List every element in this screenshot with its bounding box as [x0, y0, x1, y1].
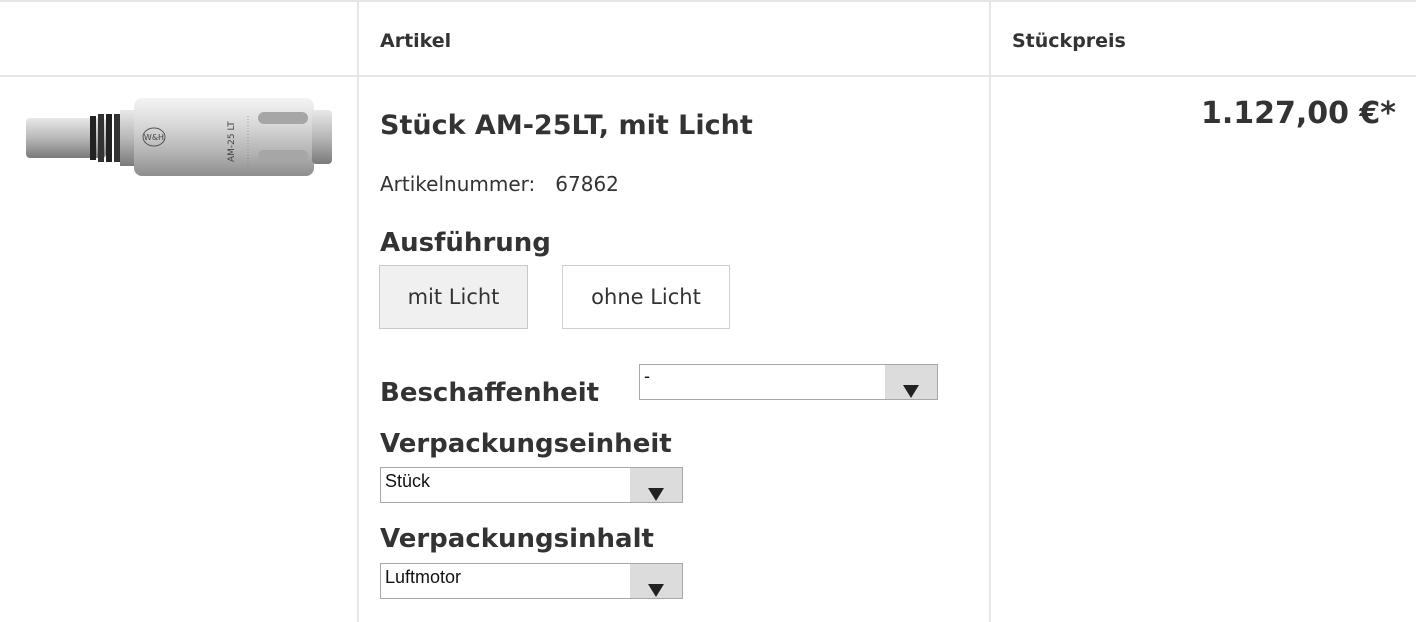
cart-table: Artikel Stückpreis W&H AM-25 LT Stück AM…	[0, 0, 1416, 622]
verpackungseinheit-label: Verpackungseinheit	[380, 429, 672, 459]
header-article: Artikel	[380, 30, 452, 52]
verpackungsinhalt-value: Luftmotor	[385, 567, 462, 587]
product-image[interactable]: W&H AM-25 LT	[26, 96, 336, 178]
verpackungseinheit-select[interactable]: Stück	[380, 467, 683, 503]
article-number-label: Artikelnummer:	[380, 172, 536, 196]
triangle-down-icon[interactable]	[630, 468, 682, 502]
option-mit-licht-button[interactable]: mit Licht	[379, 265, 528, 329]
article-number-row: Artikelnummer: 67862	[380, 172, 619, 196]
beschaffenheit-select[interactable]: -	[639, 364, 938, 400]
header-divider	[0, 75, 1416, 77]
verpackungsinhalt-label: Verpackungsinhalt	[380, 524, 654, 554]
beschaffenheit-value: -	[644, 366, 650, 386]
column-divider	[357, 0, 359, 622]
product-model-text: AM-25 LT	[227, 121, 237, 162]
triangle-down-icon[interactable]	[630, 564, 682, 598]
unit-price: 1.127,00 €*	[1200, 96, 1396, 131]
table-top-border	[0, 0, 1416, 2]
article-number-value: 67862	[555, 172, 619, 196]
beschaffenheit-label: Beschaffenheit	[380, 378, 600, 408]
product-brand-text: W&H	[144, 133, 164, 142]
ausfuehrung-label: Ausführung	[380, 228, 551, 258]
column-divider	[989, 0, 991, 622]
option-ohne-licht-button[interactable]: ohne Licht	[562, 265, 730, 329]
header-unit-price: Stückpreis	[1012, 30, 1126, 52]
product-title[interactable]: Stück AM-25LT, mit Licht	[380, 110, 753, 141]
verpackungseinheit-value: Stück	[385, 471, 431, 491]
verpackungsinhalt-select[interactable]: Luftmotor	[380, 563, 683, 599]
triangle-down-icon[interactable]	[885, 365, 937, 399]
